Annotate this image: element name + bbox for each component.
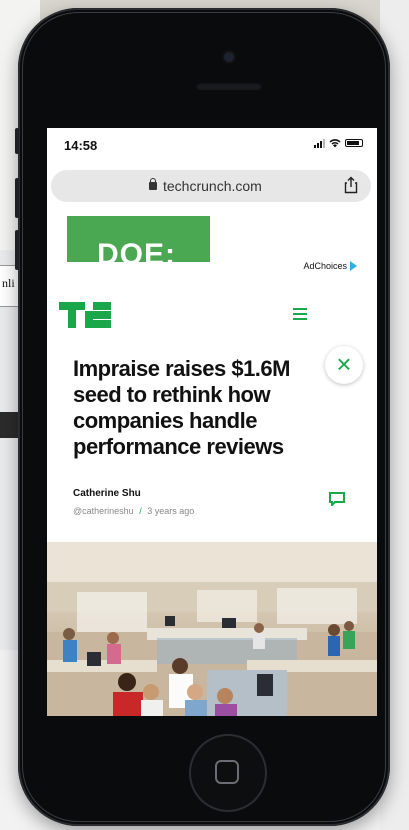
author-meta: @catherineshu / 3 years ago <box>73 506 194 516</box>
adchoices-label: AdChoices <box>303 261 347 271</box>
meta-separator: / <box>139 506 142 516</box>
volume-down-button <box>15 230 19 270</box>
comment-icon[interactable] <box>329 492 345 506</box>
techcrunch-logo[interactable] <box>59 302 111 328</box>
phone-screen: 14:58 techcrunch.com DOE: AdChoices Impr… <box>47 128 377 716</box>
signal-icon <box>314 138 325 148</box>
wifi-icon <box>329 139 341 148</box>
menu-icon[interactable] <box>293 308 307 320</box>
battery-icon <box>345 139 363 147</box>
ad-banner[interactable]: DOE: <box>67 216 210 262</box>
status-icons <box>314 138 363 148</box>
volume-up-button <box>15 178 19 218</box>
home-square-icon <box>215 760 239 784</box>
adchoices-icon <box>350 261 357 271</box>
mute-switch <box>15 128 19 154</box>
adchoices-link[interactable]: AdChoices <box>303 261 357 271</box>
status-bar: 14:58 <box>47 128 377 164</box>
url-text: techcrunch.com <box>163 178 262 194</box>
status-time: 14:58 <box>64 138 98 153</box>
article-timestamp: 3 years ago <box>147 506 195 516</box>
ad-banner-text: DOE: <box>97 238 176 262</box>
lock-icon <box>149 178 157 190</box>
article-headline[interactable]: Impraise raises $1.6M seed to rethink ho… <box>73 356 323 460</box>
author-name[interactable]: Catherine Shu <box>73 488 141 499</box>
share-icon[interactable] <box>343 176 359 194</box>
earpiece-speaker <box>196 82 262 90</box>
front-camera <box>224 52 234 62</box>
office-scene-image <box>47 542 377 716</box>
author-handle[interactable]: @catherineshu <box>73 506 134 516</box>
address-bar[interactable]: techcrunch.com <box>51 170 371 202</box>
background-strip-text: nli <box>2 276 15 290</box>
home-button[interactable] <box>191 736 265 810</box>
close-icon[interactable]: × <box>325 346 363 384</box>
article-photo <box>47 542 377 716</box>
